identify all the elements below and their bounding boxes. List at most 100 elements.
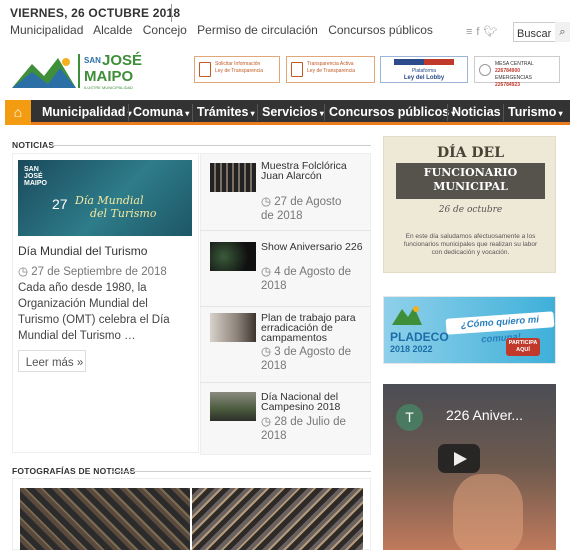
logo-tagline: ILUSTRE MUNICIPALIDAD <box>84 85 133 90</box>
date-text: 28 de Julio de <box>274 416 346 428</box>
read-more-button[interactable]: Leer más » <box>18 350 86 372</box>
pladeco-logo-icon <box>392 306 422 325</box>
phone-icon <box>479 64 491 76</box>
pladeco-name: PLADECO <box>390 330 449 344</box>
mesa-central-number[interactable]: 226784900 <box>495 68 520 74</box>
news-thumbnail[interactable] <box>210 313 256 342</box>
gallery-photo[interactable] <box>192 488 363 550</box>
list-item[interactable]: Muestra Folclórica Juan Alarcón ◷ 27 de … <box>200 155 371 231</box>
badge-label: Solicitar Información <box>215 61 261 67</box>
top-link-concursos[interactable]: Concursos públicos <box>328 23 433 37</box>
pladeco-banner[interactable]: PLADECO 2018 2022 ¿Cómo quiero mi comuna… <box>383 296 556 364</box>
banner-date: 26 de octubre <box>438 205 503 215</box>
nav-turismo[interactable]: Turismo ▾ <box>508 100 563 125</box>
nav-label: Trámites <box>197 105 249 119</box>
news-title[interactable]: Show Aniversario 226 <box>261 242 369 253</box>
news-thumbnail[interactable] <box>210 392 256 421</box>
top-links: Municipalidad Alcalde Concejo Permiso de… <box>10 23 440 37</box>
nav-municipalidad[interactable]: Municipalidad ▾ <box>42 100 132 125</box>
list-item[interactable]: Día Nacional del Campesino 2018 ◷ 28 de … <box>200 383 371 459</box>
image-caption-2: del Turismo <box>90 207 157 220</box>
funcionario-municipal-banner[interactable]: DÍA DEL FUNCIONARIO MUNICIPAL 26 de octu… <box>383 136 556 273</box>
news-title[interactable]: Plan de trabajo para erradicación de cam… <box>261 313 369 344</box>
play-icon[interactable] <box>438 444 480 473</box>
gallery-photo[interactable] <box>20 488 190 550</box>
emergencias-number[interactable]: 226784923 <box>495 82 520 88</box>
nav-comuna[interactable]: Comuna ▾ <box>133 100 189 125</box>
clock-icon: ◷ <box>261 266 272 278</box>
transparencia-activa-badge[interactable]: Transparencia Activa Ley de Transparenci… <box>286 56 375 83</box>
chevron-down-icon: ▾ <box>248 109 255 118</box>
social-icons: ≡f🐦︎ <box>466 25 501 38</box>
featured-news-image[interactable]: SAN JOSÉ MAIPO 27 Día Mundial del Turism… <box>18 160 192 236</box>
emergencias-row: EMERGENCIAS 226784923 <box>495 75 556 89</box>
news-date: ◷ 4 de Agosto de <box>261 264 351 278</box>
twitter-icon[interactable]: 🐦︎ <box>483 26 501 38</box>
list-item[interactable]: Plan de trabajo para erradicación de cam… <box>200 307 371 383</box>
ribbon-line-2: MUNICIPAL <box>433 180 508 193</box>
clock-icon: ◷ <box>18 266 29 278</box>
nav-noticias[interactable]: Noticias <box>452 100 501 125</box>
ley-lobby-badge[interactable]: Plataforma Ley del Lobby <box>380 56 468 83</box>
news-section-title: NOTICIAS <box>12 140 55 150</box>
cta-line-1: PARTICIPA <box>508 340 538 346</box>
date-text: 4 de Agosto de <box>274 266 351 278</box>
news-thumbnail[interactable] <box>210 242 256 271</box>
badge-label: Plataforma <box>411 68 437 74</box>
chevron-down-icon: ▾ <box>317 109 324 118</box>
news-date-cont: de 2018 <box>261 210 303 222</box>
phone-numbers-badge: MESA CENTRAL 226784900 EMERGENCIAS 22678… <box>474 56 560 88</box>
top-bar: VIERNES, 26 OCTUBRE 2018 Municipalidad A… <box>0 0 570 42</box>
home-icon[interactable]: ⌂ <box>5 100 31 125</box>
document-icon <box>199 62 211 77</box>
top-link-alcalde[interactable]: Alcalde <box>93 23 132 37</box>
news-date-cont: 2018 <box>261 430 287 442</box>
mesa-central-label: MESA CENTRAL <box>495 61 534 67</box>
news-title[interactable]: Día Nacional del Campesino 2018 <box>261 392 369 413</box>
solicitar-informacion-badge[interactable]: Solicitar Información Ley de Transparenc… <box>194 56 280 83</box>
image-day: 27 <box>52 196 68 212</box>
pladeco-years: 2018 2022 <box>390 344 433 354</box>
search-icon[interactable]: ⌕ <box>555 22 570 42</box>
featured-news-title[interactable]: Día Mundial del Turismo <box>18 244 147 258</box>
nav-servicios[interactable]: Servicios ▾ <box>262 100 324 125</box>
nav-divider <box>503 104 504 121</box>
date-text: 27 de Septiembre de 2018 <box>31 266 167 278</box>
logo-text-jose: JOSÉ <box>102 52 142 69</box>
municipality-logo[interactable]: SAN JOSÉ MAIPO ILUSTRE MUNICIPALIDAD <box>10 50 160 92</box>
nav-label: Noticias <box>452 105 501 119</box>
news-date: ◷ 28 de Julio de <box>261 414 346 428</box>
video-title[interactable]: 226 Aniver... <box>446 407 523 423</box>
ribbon-line-1: FUNCIONARIO <box>423 166 518 179</box>
rss-icon[interactable]: ≡ <box>466 26 476 38</box>
nav-label: Servicios <box>262 105 318 119</box>
news-thumbnail[interactable] <box>210 163 256 192</box>
top-link-concejo[interactable]: Concejo <box>143 23 187 37</box>
nav-label: Concursos públicos <box>329 105 450 119</box>
section-divider <box>112 471 371 472</box>
emergencias-label: EMERGENCIAS <box>495 75 532 81</box>
channel-avatar[interactable]: T <box>396 404 423 431</box>
news-date-cont: 2018 <box>261 280 287 292</box>
top-link-permiso[interactable]: Permiso de circulación <box>197 23 318 37</box>
image-logo: SAN JOSÉ MAIPO <box>24 166 47 187</box>
featured-news-excerpt: Cada año desde 1980, la Organización Mun… <box>18 282 170 342</box>
news-title[interactable]: Muestra Folclórica Juan Alarcón <box>261 161 369 182</box>
nav-divider <box>192 104 193 121</box>
participa-button[interactable]: PARTICIPA AQUÍ <box>506 338 540 356</box>
top-link-municipalidad[interactable]: Municipalidad <box>10 23 83 37</box>
section-divider <box>50 145 371 146</box>
video-embed[interactable]: T 226 Aniver... <box>383 384 556 550</box>
current-date: VIERNES, 26 OCTUBRE 2018 <box>10 6 181 20</box>
nav-concursos[interactable]: Concursos públicos ▾ <box>329 100 455 125</box>
logo-text-san: SAN <box>84 56 101 65</box>
nav-divider <box>257 104 258 121</box>
mesa-central-row: MESA CENTRAL 226784900 <box>495 61 556 75</box>
main-nav: ⌂ Municipalidad ▾ Comuna ▾ Trámites ▾ Se… <box>5 100 570 125</box>
banner-heading: DÍA DEL <box>436 145 505 161</box>
list-item[interactable]: Show Aniversario 226 ◷ 4 de Agosto de 20… <box>200 231 371 307</box>
banner-body: En este día saludamos afectuosamente a l… <box>403 233 538 256</box>
clock-icon: ◷ <box>261 416 272 428</box>
nav-tramites[interactable]: Trámites ▾ <box>197 100 255 125</box>
logo-sun <box>62 58 70 66</box>
